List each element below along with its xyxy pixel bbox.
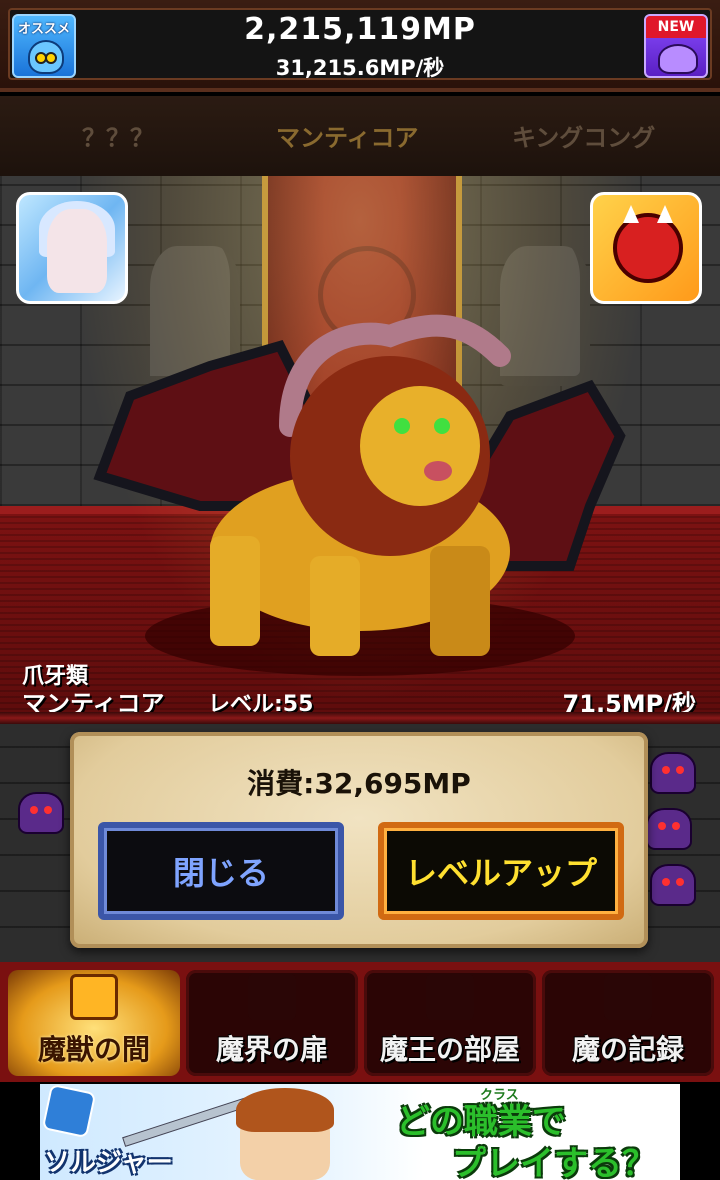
mp-rate: 31,215.6MP/秒 bbox=[275, 56, 445, 80]
nav-demon-king-room[interactable]: 魔王の部屋 bbox=[364, 970, 536, 1076]
ad-banner[interactable]: ソルジャー クラス どの職業で プレイする？ bbox=[40, 1084, 680, 1180]
book-icon bbox=[604, 974, 652, 1020]
anime-girl-icon bbox=[47, 209, 107, 293]
nav-label: 魔獣の間 bbox=[37, 1033, 150, 1066]
red-devil-icon bbox=[613, 205, 683, 283]
promo-app-icon-right[interactable] bbox=[590, 192, 702, 304]
manticore-sprite[interactable] bbox=[90, 306, 630, 676]
hero-character bbox=[236, 1088, 334, 1180]
nav-demon-gate[interactable]: 魔界の扉 bbox=[186, 970, 358, 1076]
monster-stage: 爪牙類 マンティコア レベル:55 71.5MP/秒 bbox=[0, 176, 720, 716]
lion-nose bbox=[424, 461, 452, 481]
next-monster-tab[interactable]: キングコング bbox=[512, 118, 655, 153]
new-badge: NEW bbox=[646, 16, 706, 38]
imp-icon bbox=[646, 808, 692, 850]
monster-selector: ？？？ マンティコア キングコング bbox=[0, 96, 720, 176]
demon-king-icon bbox=[426, 974, 474, 1020]
mp-total: 2,215,119MP bbox=[244, 12, 476, 47]
levelup-cost: 消費:32,695MP bbox=[247, 767, 471, 800]
door-icon bbox=[248, 974, 296, 1020]
close-button[interactable]: 閉じる bbox=[98, 822, 344, 920]
imp-icon bbox=[650, 864, 696, 906]
prev-monster-tab[interactable]: ？？？ bbox=[82, 118, 154, 153]
nav-monster-room[interactable]: 魔獣の間 bbox=[8, 970, 180, 1076]
slime-icon bbox=[658, 44, 698, 74]
levelup-button[interactable]: レベルアップ bbox=[378, 822, 624, 920]
stage-divider bbox=[0, 712, 720, 724]
promo-app-icon-left[interactable] bbox=[16, 192, 128, 304]
current-monster-tab[interactable]: マンティコア bbox=[276, 118, 419, 153]
nav-records[interactable]: 魔の記録 bbox=[542, 970, 714, 1076]
front-leg-right bbox=[310, 556, 360, 656]
ad-headline-2: プレイする？ bbox=[452, 1144, 656, 1180]
bottom-nav: 魔獣の間 魔界の扉 魔王の部屋 魔の記録 bbox=[0, 962, 720, 1082]
eye-right bbox=[434, 418, 450, 434]
nav-label: 魔界の扉 bbox=[215, 1033, 328, 1066]
status-bar: オススメ 2,215,119MP 31,215.6MP/秒 NEW bbox=[0, 0, 720, 92]
nav-label: 魔王の部屋 bbox=[379, 1033, 520, 1066]
ad-logo-icon bbox=[41, 1084, 97, 1139]
levelup-dialog: 消費:32,695MP 閉じる レベルアップ bbox=[70, 732, 648, 948]
front-leg-left bbox=[210, 536, 260, 646]
monster-room-icon bbox=[70, 974, 118, 1020]
back-leg bbox=[430, 546, 490, 656]
imp-icon bbox=[18, 792, 64, 834]
ad-brand: ソルジャー bbox=[44, 1148, 173, 1178]
new-button[interactable]: NEW bbox=[644, 14, 708, 78]
imp-icon bbox=[650, 752, 696, 794]
eye-left bbox=[394, 418, 410, 434]
lion-face bbox=[360, 386, 480, 506]
nav-label: 魔の記録 bbox=[571, 1033, 684, 1066]
